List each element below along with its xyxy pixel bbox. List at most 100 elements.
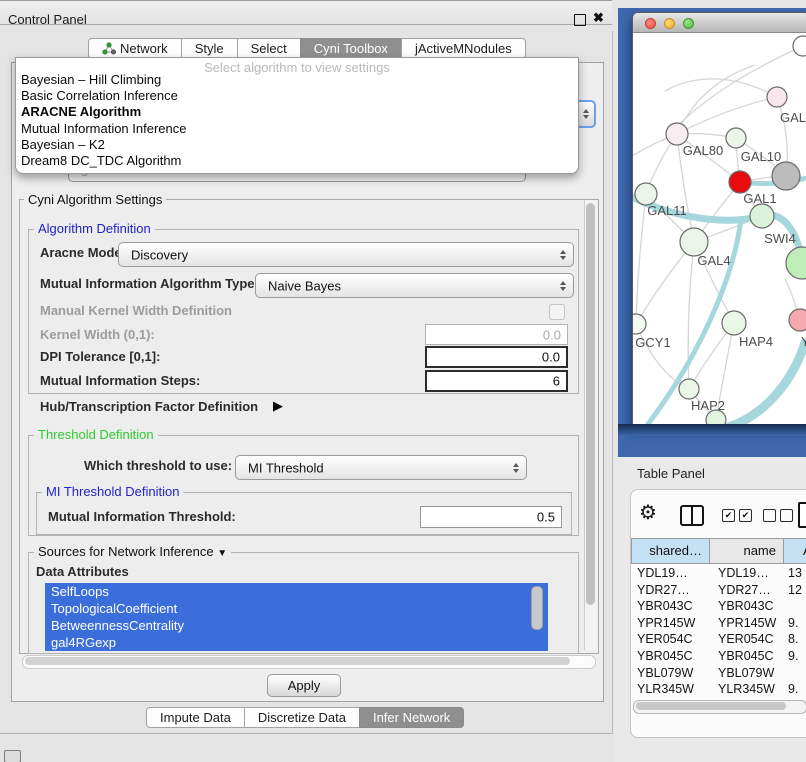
table-row[interactable]: YDR27…YDR27…12 bbox=[631, 582, 806, 599]
table-row[interactable]: YBL079WYBL079W bbox=[631, 665, 806, 682]
apply-button[interactable]: Apply bbox=[267, 674, 341, 697]
node[interactable] bbox=[786, 247, 806, 279]
node-gal80[interactable] bbox=[666, 123, 688, 145]
network-window-titlebar[interactable] bbox=[633, 13, 806, 33]
table-cell: YDL19… bbox=[637, 565, 688, 582]
gear-icon[interactable]: ⚙ bbox=[639, 503, 657, 523]
which-threshold-combobox[interactable]: MI Threshold bbox=[235, 455, 527, 480]
combo-spinner-icon bbox=[560, 250, 566, 260]
node-gal[interactable] bbox=[767, 87, 787, 107]
table-hscrollbar-thumb[interactable] bbox=[636, 702, 786, 710]
close-traffic-light-icon[interactable] bbox=[645, 18, 656, 29]
tab-impute-data[interactable]: Impute Data bbox=[146, 707, 245, 728]
node-y[interactable] bbox=[789, 309, 806, 331]
tab-style[interactable]: Style bbox=[181, 38, 238, 59]
cyni-settings-legend: Cyni Algorithm Settings bbox=[24, 192, 166, 207]
table-cell: YER054C bbox=[637, 631, 693, 648]
settings-scrollbar-thumb[interactable] bbox=[586, 203, 595, 605]
table-row[interactable]: YBR043CYBR043C bbox=[631, 598, 806, 615]
node[interactable] bbox=[793, 36, 806, 56]
attribute-item-topologicalcoefficient[interactable]: TopologicalCoefficient bbox=[45, 600, 548, 617]
data-attributes-label: Data Attributes bbox=[36, 564, 129, 580]
zoom-traffic-light-icon[interactable] bbox=[683, 18, 694, 29]
node-gal1[interactable] bbox=[729, 171, 751, 193]
table-cell: YBR045C bbox=[718, 648, 774, 665]
table-row[interactable]: YLR345WYLR345W9. bbox=[631, 681, 806, 698]
node-hap4[interactable] bbox=[722, 311, 746, 335]
window-shadow bbox=[618, 424, 806, 436]
attribute-item-gal4rgexp[interactable]: gal4RGexp bbox=[45, 634, 548, 651]
algorithm-dropdown-list: Bayesian – Hill ClimbingBasic Correlatio… bbox=[21, 72, 573, 169]
network-canvas[interactable]: GALGAL80GAL10GAL1GAL11SWI4GAL4GCY1HAP4YH… bbox=[633, 33, 806, 425]
algorithm-option-aracne-algorithm[interactable]: ARACNE Algorithm bbox=[21, 104, 573, 120]
window-icon[interactable] bbox=[4, 750, 21, 762]
unchecked-box-icon[interactable] bbox=[780, 509, 793, 522]
bottom-tab-bar: Impute DataDiscretize DataInfer Network bbox=[146, 707, 464, 728]
node-label-hap4: HAP4 bbox=[739, 334, 773, 349]
node-gal11[interactable] bbox=[635, 183, 657, 205]
table-body: YDL19…YDL19…13YDR27…YDR27…12YBR043CYBR04… bbox=[631, 565, 806, 700]
tab-network[interactable]: Network bbox=[88, 38, 182, 59]
settings-hscrollbar-thumb[interactable] bbox=[25, 657, 570, 665]
attribute-item-selfloops[interactable]: SelfLoops bbox=[45, 583, 548, 600]
float-window-icon[interactable] bbox=[574, 14, 586, 26]
network-edge bbox=[636, 242, 694, 324]
tab-select[interactable]: Select bbox=[237, 38, 301, 59]
node-label-y: Y bbox=[801, 334, 806, 349]
table-row[interactable]: YER054CYER054C8. bbox=[631, 631, 806, 648]
network-view-window[interactable]: GALGAL80GAL10GAL1GAL11SWI4GAL4GCY1HAP4YH… bbox=[632, 12, 806, 426]
checked-box-icon[interactable]: ✔ bbox=[722, 509, 735, 522]
attribute-item-betweennesscentrality[interactable]: BetweennessCentrality bbox=[45, 617, 548, 634]
mi-type-combobox[interactable]: Naive Bayes bbox=[255, 273, 574, 298]
sources-legend-text: Sources for Network Inference bbox=[38, 544, 214, 559]
algorithm-option-basic-correlation-inference[interactable]: Basic Correlation Inference bbox=[21, 88, 573, 104]
node-gal10[interactable] bbox=[726, 128, 746, 148]
tab-discretize-data[interactable]: Discretize Data bbox=[244, 707, 360, 728]
combo-spinner-icon bbox=[560, 281, 566, 291]
table-row[interactable]: YDL19…YDL19…13 bbox=[631, 565, 806, 582]
tab-jactivemnodules[interactable]: jActiveMNodules bbox=[401, 38, 526, 59]
attributes-scrollbar-thumb[interactable] bbox=[531, 586, 543, 630]
table-cell: YLR345W bbox=[637, 681, 694, 698]
algorithm-option-dream8-dc-tdc-algorithm[interactable]: Dream8 DC_TDC Algorithm bbox=[21, 153, 573, 169]
mi-steps-input[interactable]: 6 bbox=[425, 370, 568, 392]
table-row[interactable]: YPR145WYPR145W9. bbox=[631, 615, 806, 632]
tab-cyni-toolbox[interactable]: Cyni Toolbox bbox=[300, 38, 402, 59]
document-icon[interactable] bbox=[798, 502, 806, 528]
algorithm-option-mutual-information-inference[interactable]: Mutual Information Inference bbox=[21, 121, 573, 137]
mi-type-value: Naive Bayes bbox=[268, 278, 341, 293]
collapse-arrow-icon[interactable]: ▼ bbox=[217, 548, 227, 559]
checked-box-icon[interactable]: ✔ bbox=[739, 509, 752, 522]
aracne-mode-combobox[interactable]: Discovery bbox=[118, 242, 574, 267]
column-header-name[interactable]: name bbox=[709, 538, 785, 564]
close-icon[interactable]: ✖ bbox=[593, 10, 604, 26]
node-swi4[interactable] bbox=[750, 204, 774, 228]
hub-definition-label: Hub/Transcription Factor Definition bbox=[40, 399, 258, 415]
spinner-down-icon bbox=[583, 115, 589, 119]
unchecked-box-icon[interactable] bbox=[763, 509, 776, 522]
minimize-traffic-light-icon[interactable] bbox=[664, 18, 675, 29]
node[interactable] bbox=[772, 162, 800, 190]
column-header-partial[interactable]: A bbox=[783, 538, 806, 564]
manual-kernel-checkbox[interactable] bbox=[549, 304, 565, 320]
split-columns-icon[interactable] bbox=[680, 505, 704, 526]
mi-threshold-input[interactable]: 0.5 bbox=[420, 506, 562, 528]
node-label-gal80: GAL80 bbox=[683, 143, 723, 158]
which-threshold-value: MI Threshold bbox=[248, 460, 324, 475]
dpi-tolerance-input[interactable]: 0.0 bbox=[425, 346, 568, 368]
algorithm-option-bayesian-hill-climbing[interactable]: Bayesian – Hill Climbing bbox=[21, 72, 573, 88]
table-cell: YPR145W bbox=[718, 615, 776, 632]
network-graph[interactable]: GALGAL80GAL10GAL1GAL11SWI4GAL4GCY1HAP4YH… bbox=[633, 33, 806, 425]
table-row[interactable]: YBR045CYBR045C9. bbox=[631, 648, 806, 665]
algorithm-option-bayesian-k2[interactable]: Bayesian – K2 bbox=[21, 137, 573, 153]
mi-steps-value: 6 bbox=[553, 374, 560, 389]
node-gal4[interactable] bbox=[680, 228, 708, 256]
tab-label: Style bbox=[195, 39, 224, 58]
kernel-width-input[interactable]: 0.0 bbox=[425, 324, 568, 345]
which-threshold-label: Which threshold to use: bbox=[84, 458, 232, 474]
node-gcy1[interactable] bbox=[633, 314, 646, 334]
column-header-shared-name[interactable]: shared… bbox=[631, 538, 711, 564]
node-hap2[interactable] bbox=[679, 379, 699, 399]
expand-arrow-icon[interactable]: ▶ bbox=[273, 398, 283, 414]
tab-infer-network[interactable]: Infer Network bbox=[359, 707, 464, 728]
